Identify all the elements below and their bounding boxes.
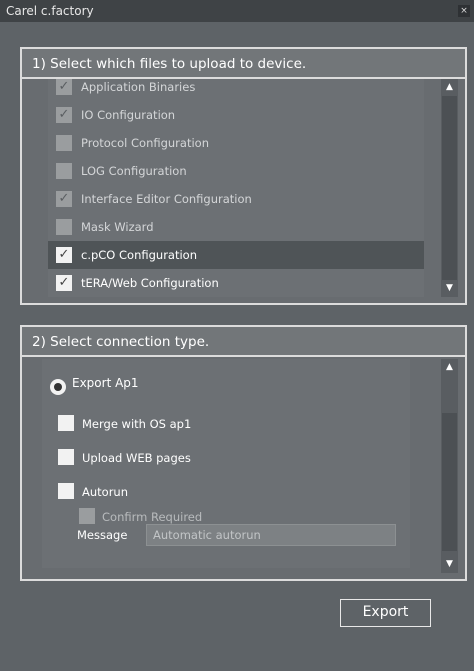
autorun-checkbox[interactable] (58, 483, 74, 499)
file-checkbox: ✓ (56, 191, 72, 207)
title-bar: Carel c.factory × (0, 0, 474, 22)
file-item[interactable]: ✓ Application Binaries (48, 73, 424, 101)
file-item-label: Mask Wizard (81, 220, 154, 234)
file-item-label: Interface Editor Configuration (81, 192, 252, 206)
files-scroll-thumb[interactable] (442, 96, 457, 280)
files-scrollbar[interactable]: ▲ ▼ (441, 79, 458, 297)
check-icon: ✓ (58, 79, 70, 94)
file-item[interactable]: Mask Wizard (48, 213, 424, 241)
upload-web-checkbox[interactable] (58, 449, 74, 465)
window-title: Carel c.factory (6, 4, 94, 18)
file-item-label: c.pCO Configuration (81, 248, 198, 262)
scroll-down-icon[interactable]: ▼ (441, 556, 458, 573)
file-item-label: Application Binaries (81, 80, 196, 94)
file-item[interactable]: ✓ tERA/Web Configuration (48, 269, 424, 297)
merge-os-label: Merge with OS ap1 (82, 417, 192, 431)
file-item[interactable]: ✓ IO Configuration (48, 101, 424, 129)
file-item-label: LOG Configuration (81, 164, 187, 178)
export-button[interactable]: Export (340, 599, 431, 627)
file-item-label: tERA/Web Configuration (81, 276, 219, 290)
scroll-down-icon[interactable]: ▼ (441, 280, 458, 297)
file-item[interactable]: ✓ Interface Editor Configuration (48, 185, 424, 213)
file-checkbox[interactable]: ✓ (56, 275, 72, 291)
file-checkbox: ✓ (56, 79, 72, 95)
file-item[interactable]: LOG Configuration (48, 157, 424, 185)
close-icon[interactable]: × (458, 5, 470, 17)
file-checkbox[interactable]: ✓ (56, 247, 72, 263)
file-item[interactable]: Protocol Configuration (48, 129, 424, 157)
files-group-body: ✓ Application Binaries ✓ IO Configuration Pr… (22, 79, 465, 303)
check-icon: ✓ (58, 191, 70, 206)
files-group: 1) Select which files to upload to devic… (20, 47, 467, 305)
connection-group: 2) Select connection type. Export Ap1 Me… (20, 325, 467, 581)
file-item-label: Protocol Configuration (81, 136, 209, 150)
confirm-required-label: Confirm Required (102, 510, 203, 524)
scroll-up-icon[interactable]: ▲ (441, 359, 458, 376)
connection-scroll-thumb[interactable] (442, 413, 457, 551)
check-icon: ✓ (58, 107, 70, 122)
merge-os-checkbox[interactable] (58, 415, 74, 431)
autorun-label: Autorun (82, 485, 129, 499)
file-checkbox: ✓ (56, 107, 72, 123)
connection-options: Export Ap1 Merge with OS ap1 Upload WEB … (42, 359, 410, 568)
check-icon: ✓ (58, 275, 70, 290)
message-label: Message (77, 528, 128, 542)
files-list: ✓ Application Binaries ✓ IO Configuration Pr… (48, 79, 424, 297)
connection-group-header: 2) Select connection type. (22, 327, 465, 357)
connection-group-body: Export Ap1 Merge with OS ap1 Upload WEB … (22, 357, 465, 579)
upload-web-label: Upload WEB pages (82, 451, 191, 465)
file-item-label: IO Configuration (81, 108, 176, 122)
check-icon: ✓ (58, 247, 70, 262)
message-input: Automatic autorun (146, 524, 396, 546)
export-ap1-label: Export Ap1 (72, 376, 139, 390)
file-checkbox (56, 163, 72, 179)
export-ap1-radio[interactable] (50, 379, 66, 395)
radio-selected-dot (54, 383, 62, 391)
scroll-up-icon[interactable]: ▲ (441, 79, 458, 96)
file-checkbox (56, 135, 72, 151)
confirm-required-checkbox (79, 508, 95, 524)
connection-scrollbar[interactable]: ▲ ▼ (441, 359, 458, 573)
file-item[interactable]: ✓ c.pCO Configuration (48, 241, 424, 269)
file-checkbox (56, 219, 72, 235)
